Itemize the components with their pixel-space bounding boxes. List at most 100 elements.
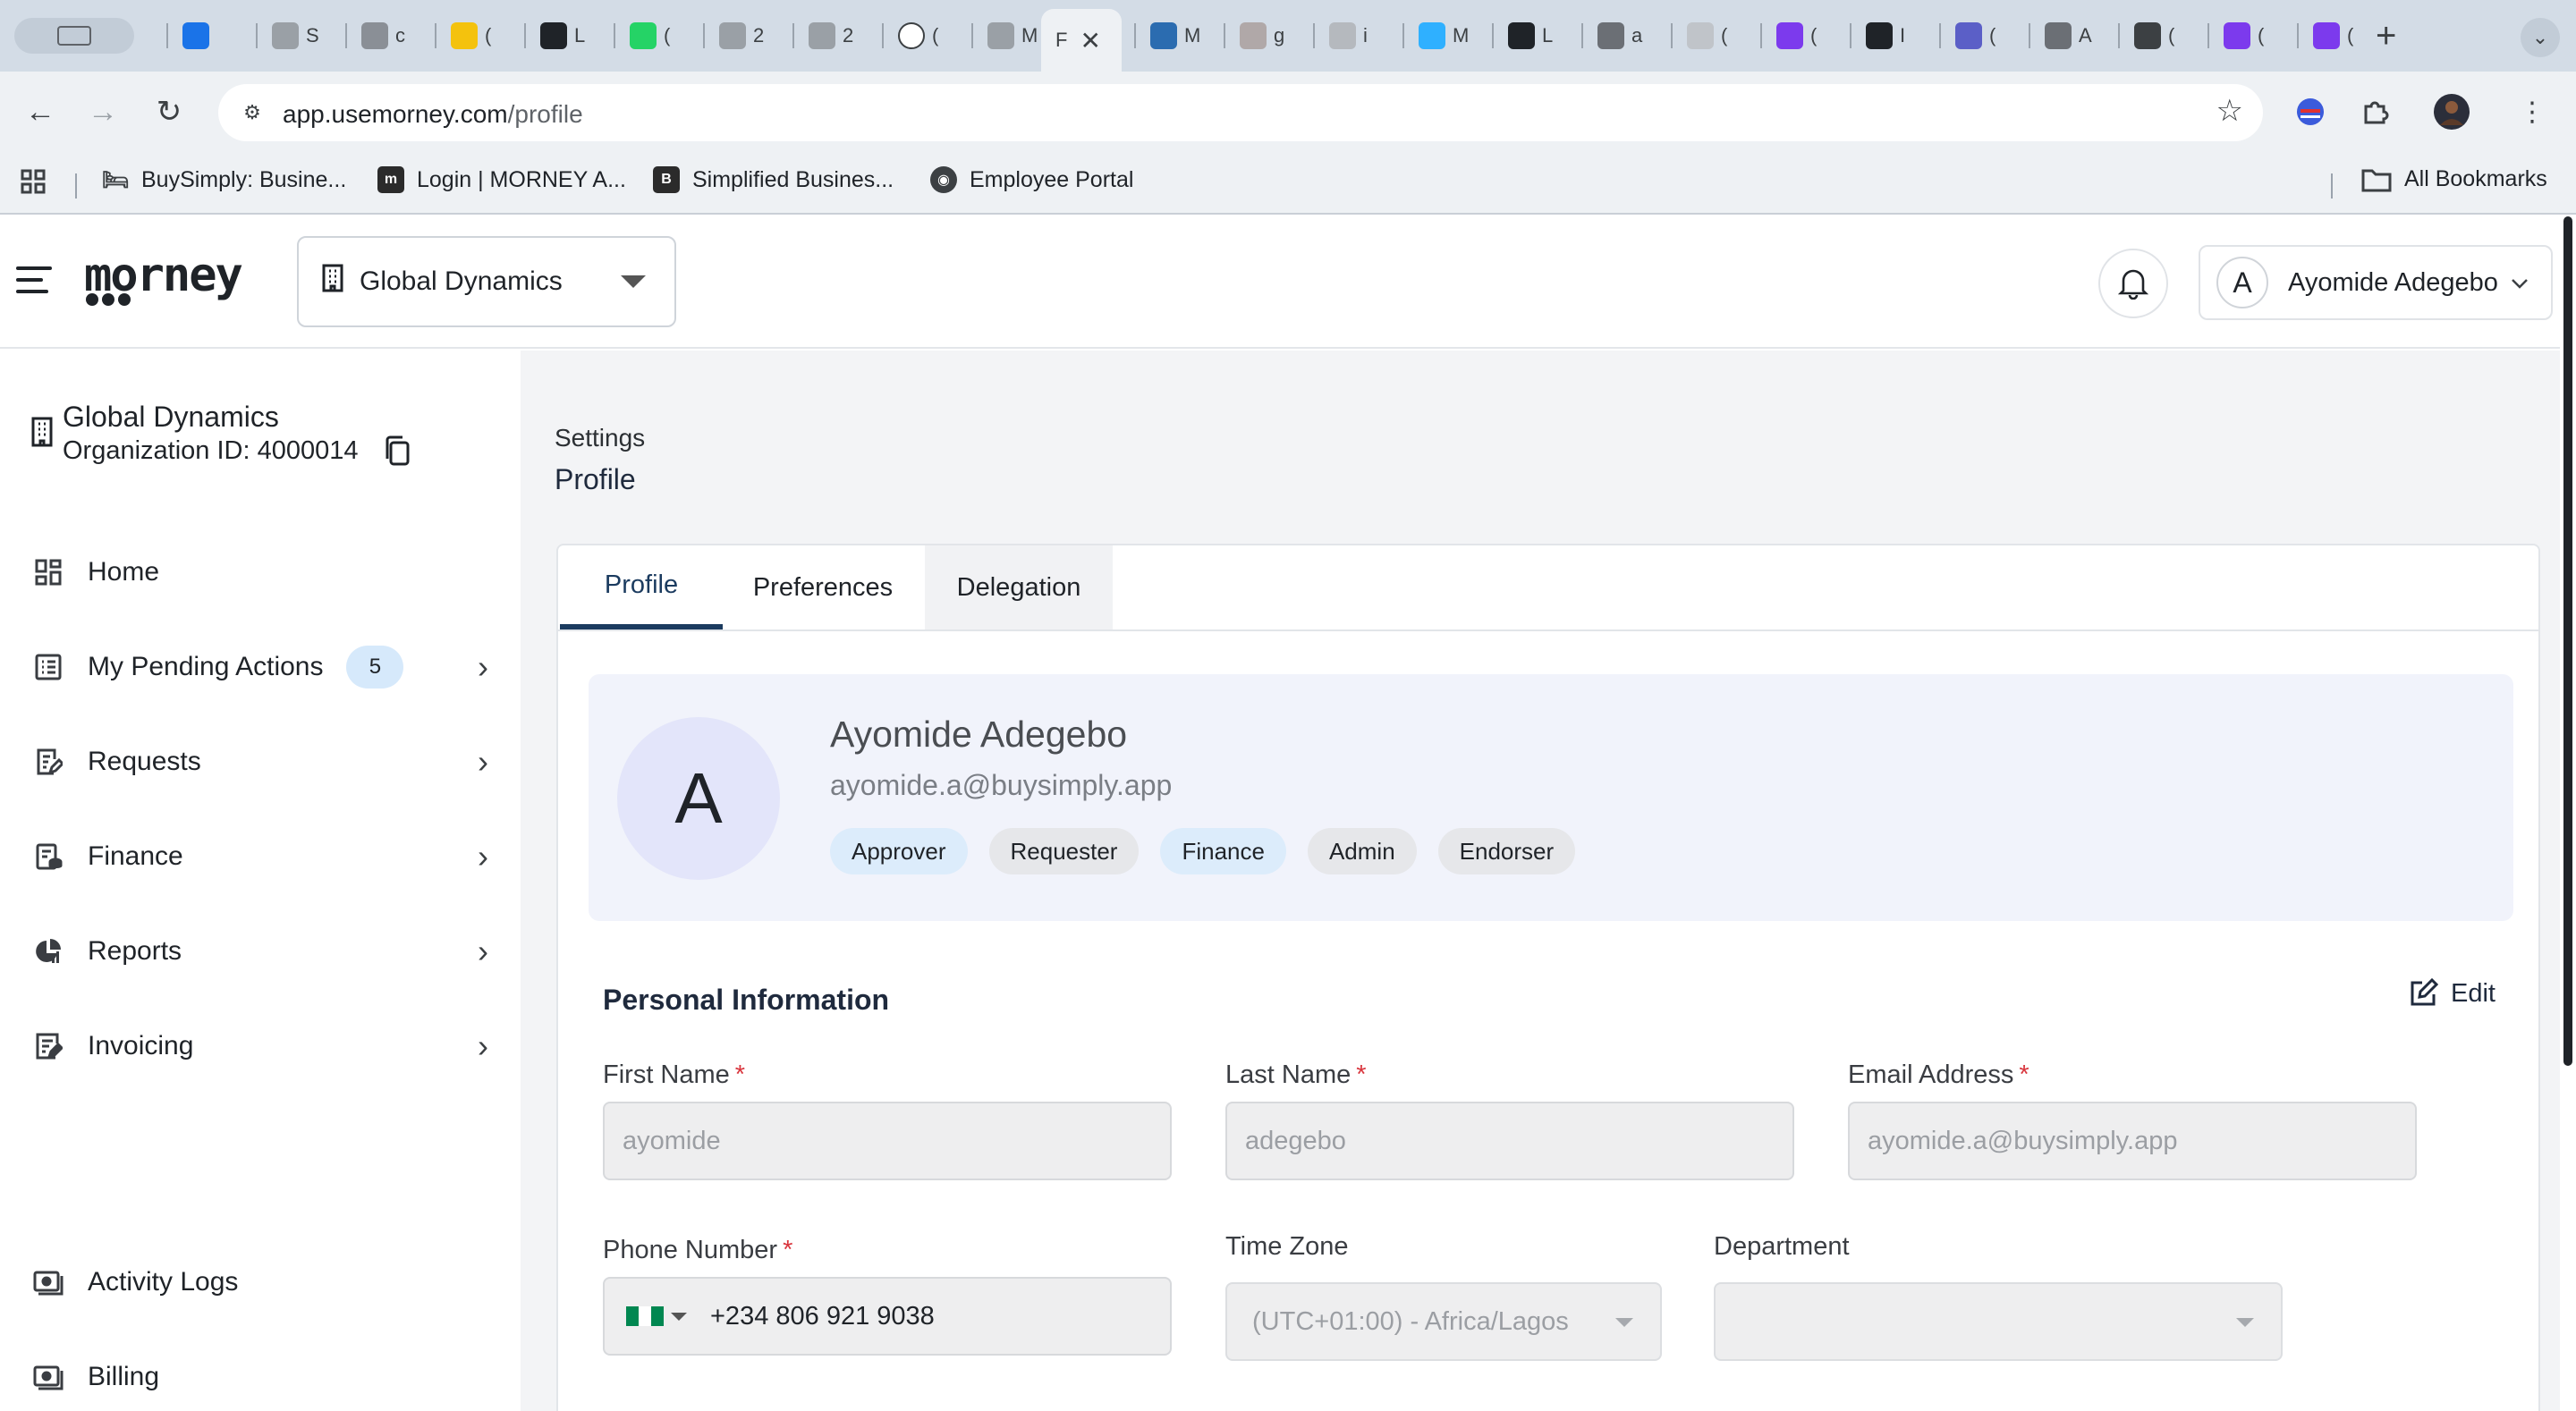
- menu-kebab-icon[interactable]: ⋮: [2512, 91, 2553, 132]
- tab-separator: [2207, 23, 2209, 48]
- browser-tab[interactable]: (: [2211, 13, 2275, 59]
- browser-tab[interactable]: i: [1317, 13, 1381, 59]
- browser-tab[interactable]: (: [1674, 13, 1739, 59]
- notifications-button[interactable]: [2098, 249, 2168, 318]
- browser-tab[interactable]: (: [886, 13, 950, 59]
- b-logo-icon: [1508, 22, 1535, 49]
- organization-select[interactable]: Global Dynamics: [297, 236, 676, 327]
- profile-avatar-icon[interactable]: [2431, 91, 2472, 132]
- forward-button[interactable]: →: [79, 88, 127, 136]
- user-menu[interactable]: A Ayomide Adegebo: [2199, 245, 2553, 320]
- department-select[interactable]: [1714, 1282, 2283, 1361]
- browser-tab[interactable]: L: [528, 13, 592, 59]
- browser-tab-strip: Sc (L (2 2 (M F ✕ Mg i M La ((I (A ((( + ⌄: [0, 0, 2576, 72]
- bookmark-simplified-business[interactable]: B Simplified Busines...: [653, 166, 894, 193]
- browser-tab[interactable]: c: [349, 13, 413, 59]
- browser-tab[interactable]: (: [1764, 13, 1828, 59]
- tab-profile[interactable]: Profile: [560, 545, 723, 629]
- sidebar-item-requests[interactable]: Requests ›: [32, 735, 488, 789]
- phone-field[interactable]: +234 806 921 9038: [603, 1277, 1172, 1356]
- tab-separator: [166, 23, 168, 48]
- bookmark-employee-portal[interactable]: ◉ Employee Portal: [930, 166, 1133, 193]
- browser-tab[interactable]: 2: [796, 13, 860, 59]
- browser-tab-active[interactable]: F ✕: [1041, 9, 1122, 72]
- globe-icon: [272, 22, 299, 49]
- new-tab-button[interactable]: +: [2376, 16, 2396, 55]
- arrow-left-icon: ←: [25, 94, 55, 129]
- apps-grid-icon[interactable]: [20, 168, 47, 195]
- tab-title: (: [1989, 24, 1996, 46]
- close-tab-icon[interactable]: ✕: [1080, 26, 1100, 55]
- organization-id: Organization ID: 4000014: [63, 436, 359, 465]
- browser-tab[interactable]: M: [1406, 13, 1470, 59]
- app-header: morney Global Dynamics A Ayomide Adegebo: [0, 216, 2560, 349]
- tab-title: (: [1721, 24, 1728, 46]
- back-button[interactable]: ←: [16, 88, 64, 136]
- extension-icon[interactable]: [2290, 91, 2331, 132]
- tab-delegation[interactable]: Delegation: [925, 545, 1113, 629]
- browser-tab[interactable]: (: [617, 13, 682, 59]
- browser-tab[interactable]: A: [2032, 13, 2097, 59]
- tab-search-button[interactable]: [14, 18, 134, 54]
- teams-icon: [1955, 22, 1982, 49]
- hamburger-menu-icon[interactable]: [16, 266, 52, 293]
- tab-separator: [435, 23, 436, 48]
- sidebar-item-label: My Pending Actions: [88, 652, 324, 681]
- sidebar-item-home[interactable]: Home: [32, 545, 488, 599]
- browser-tab[interactable]: (: [2301, 13, 2365, 59]
- timezone-select[interactable]: (UTC+01:00) - Africa/Lagos: [1225, 1282, 1662, 1361]
- timezone-value: (UTC+01:00) - Africa/Lagos: [1252, 1306, 1569, 1336]
- first-name-field[interactable]: ayomide: [603, 1102, 1172, 1180]
- copy-icon[interactable]: [383, 435, 411, 471]
- first-name-label: First Name *: [603, 1060, 746, 1089]
- site-settings-icon[interactable]: ⚙: [234, 95, 270, 131]
- sidebar-item-activity-logs[interactable]: Activity Logs: [32, 1255, 488, 1309]
- all-bookmarks-button[interactable]: All Bookmarks: [2361, 166, 2547, 192]
- browser-tab[interactable]: I: [1853, 13, 1918, 59]
- puzzle-icon[interactable]: [2354, 91, 2395, 132]
- bookmark-morney-login[interactable]: m Login | MORNEY A...: [377, 166, 626, 193]
- arrow-right-icon: →: [88, 94, 118, 129]
- tab-separator: [1760, 23, 1762, 48]
- sidebar-item-reports[interactable]: Reports ›: [32, 925, 488, 978]
- finance-icon: [32, 841, 64, 873]
- tab-separator: [1224, 23, 1225, 48]
- bookmark-star-icon[interactable]: ☆: [2216, 93, 2243, 129]
- sidebar-item-billing[interactable]: Billing: [32, 1350, 488, 1404]
- section-title: Personal Information: [603, 984, 890, 1016]
- scrollbar[interactable]: [2563, 216, 2572, 1066]
- browser-tab[interactable]: M: [1138, 13, 1202, 59]
- bookmark-label: Simplified Busines...: [692, 166, 894, 192]
- url-text[interactable]: app.usemorney.com/profile: [283, 100, 583, 129]
- browser-tab[interactable]: (: [438, 13, 503, 59]
- nigeria-flag-icon[interactable]: [626, 1306, 664, 1326]
- browser-tab[interactable]: M: [975, 13, 1039, 59]
- browser-tab[interactable]: (: [1943, 13, 2007, 59]
- sidebar-item-finance[interactable]: Finance ›: [32, 830, 488, 883]
- b-circle-icon: [1597, 22, 1624, 49]
- tab-title: A: [2079, 24, 2092, 46]
- phone-number-value: +234 806 921 9038: [710, 1301, 935, 1331]
- browser-tab[interactable]: a: [1585, 13, 1649, 59]
- sidebar-item-pending-actions[interactable]: My Pending Actions 5 ›: [32, 640, 488, 694]
- sidebar-item-invoicing[interactable]: Invoicing ›: [32, 1019, 488, 1073]
- browser-tab[interactable]: [170, 13, 234, 59]
- tab-title: 2: [753, 24, 765, 46]
- breadcrumb[interactable]: Settings: [555, 424, 645, 452]
- url-host: app.usemorney.com: [283, 100, 508, 128]
- tab-preferences[interactable]: Preferences: [723, 545, 923, 629]
- logo-dots: [86, 293, 134, 310]
- chevron-right-icon: ›: [478, 1027, 488, 1064]
- last-name-field[interactable]: adegebo: [1225, 1102, 1794, 1180]
- bookmark-buysimply[interactable]: 🛏 BuySimply: Busine...: [102, 166, 347, 193]
- email-field[interactable]: ayomide.a@buysimply.app: [1848, 1102, 2417, 1180]
- browser-tab[interactable]: S: [259, 13, 324, 59]
- tab-list-button[interactable]: ⌄: [2521, 18, 2560, 57]
- edit-button[interactable]: Edit: [2408, 978, 2496, 1009]
- address-bar[interactable]: ⚙ app.usemorney.com/profile ☆: [218, 84, 2263, 141]
- browser-tab[interactable]: L: [1496, 13, 1560, 59]
- browser-tab[interactable]: 2: [707, 13, 771, 59]
- reload-button[interactable]: ↻: [145, 88, 193, 136]
- browser-tab[interactable]: (: [2122, 13, 2186, 59]
- browser-tab[interactable]: g: [1227, 13, 1292, 59]
